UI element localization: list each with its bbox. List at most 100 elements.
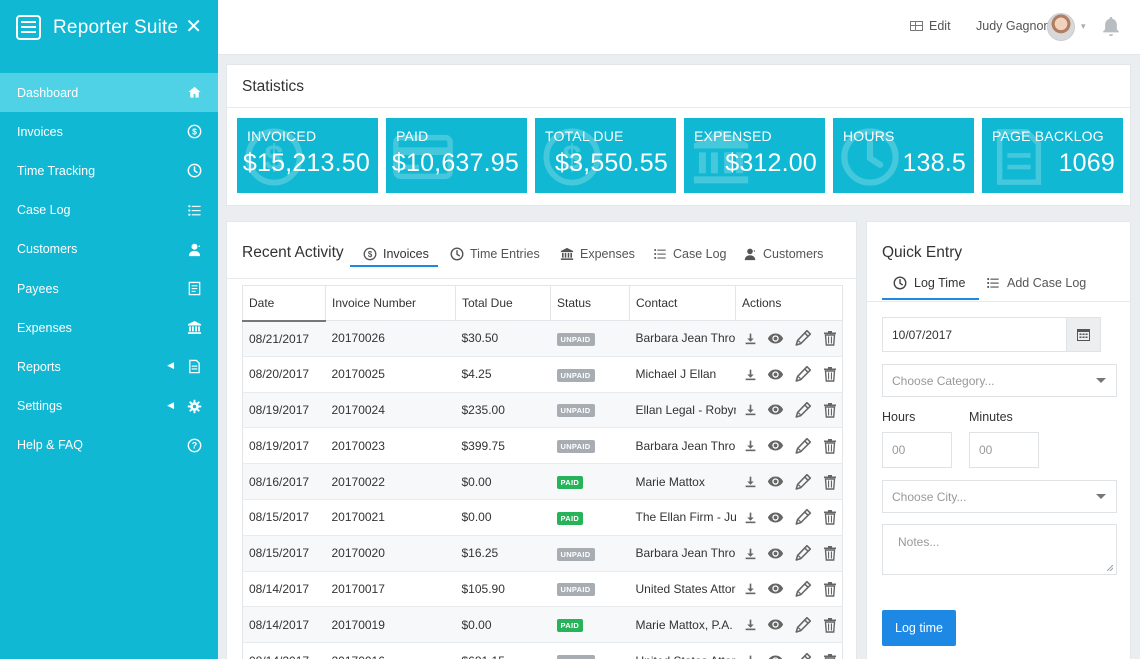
minutes-input[interactable]: 00 (969, 432, 1039, 468)
eye-icon[interactable] (767, 545, 784, 562)
sidebar-item-payees[interactable]: Payees (0, 269, 218, 308)
calendar-button[interactable] (1066, 317, 1101, 352)
pencil-icon[interactable] (794, 544, 812, 562)
table-row[interactable]: 08/14/201720170016$681.15 UNPAID United St… (242, 642, 843, 659)
trash-icon[interactable] (822, 402, 838, 418)
table-row[interactable]: 08/14/2017 20170019 $0.00 PAID Marie Mattox,… (242, 606, 843, 644)
actions-cell (735, 570, 843, 608)
eye-icon[interactable] (767, 652, 784, 659)
sidebar-item-expenses[interactable]: Expenses (0, 308, 218, 347)
eye-icon[interactable] (767, 580, 784, 597)
pencil-icon[interactable] (794, 508, 812, 526)
table-row[interactable]: 08/15/2017 20170021 $0.00 PAID The Ellan Fir… (242, 498, 843, 536)
city-select[interactable]: Choose City... (882, 480, 1117, 513)
download-icon[interactable] (744, 582, 757, 595)
tab-add-case-log[interactable]: Add Case Log (986, 276, 1086, 290)
download-icon[interactable] (744, 439, 757, 452)
stat-card-paid[interactable]: PAID $10,637.95 (386, 118, 527, 193)
pencil-icon[interactable] (794, 329, 812, 347)
pencil-icon[interactable] (794, 437, 812, 455)
contact-cell: Ellan Legal - Robyn (629, 391, 736, 429)
eye-icon[interactable] (767, 366, 784, 383)
sidebar-item-customers[interactable]: Customers (0, 230, 218, 269)
tab-case-log[interactable]: Case Log (653, 242, 727, 266)
pencil-icon[interactable] (794, 580, 812, 598)
column-header-status[interactable]: Status (550, 285, 630, 321)
eye-icon[interactable] (767, 473, 784, 490)
download-icon[interactable] (744, 654, 757, 659)
category-select[interactable]: Choose Category... (882, 364, 1117, 397)
stat-card-total-due[interactable]: $ TOTAL DUE $3,550.55 (535, 118, 676, 193)
download-icon[interactable] (744, 511, 757, 524)
sidebar-item-dashboard[interactable]: Dashboard (0, 73, 218, 113)
table-row[interactable]: 08/20/2017 20170025 $4.25 UNPAID Michael J E… (242, 355, 843, 393)
sidebar-item-settings[interactable]: Settings ◀ (0, 387, 218, 426)
column-header-invoice-number[interactable]: Invoice Number (325, 285, 456, 321)
chevron-left-icon: ◀ (167, 360, 174, 371)
trash-icon[interactable] (822, 366, 838, 382)
table-row[interactable]: 08/14/2017 20170017 $105.90 UNPAID United St… (242, 570, 843, 608)
stat-card-page-backlog[interactable]: PAGE BACKLOG 1069 (982, 118, 1123, 193)
user-name[interactable]: Judy Gagnon (976, 19, 1050, 33)
pencil-icon[interactable] (794, 365, 812, 383)
date-input[interactable]: 10/07/2017 (882, 317, 1067, 352)
eye-icon[interactable] (767, 437, 784, 454)
trash-icon[interactable] (822, 474, 838, 490)
avatar[interactable] (1047, 13, 1075, 41)
sidebar-item-invoices[interactable]: Invoices $ (0, 112, 218, 151)
stat-card-expensed[interactable]: EXPENSED $312.00 (684, 118, 825, 193)
download-icon[interactable] (744, 403, 757, 416)
column-header-date[interactable]: Date (242, 285, 326, 322)
eye-icon[interactable] (767, 401, 784, 418)
sidebar-item-case-log[interactable]: Case Log (0, 191, 218, 230)
tab-customers[interactable]: Customers (743, 242, 823, 266)
column-header-actions[interactable]: Actions (735, 285, 843, 321)
tab-log-time[interactable]: Log Time (893, 276, 965, 290)
stat-card-invoiced[interactable]: $ INVOICED $15,213.50 (237, 118, 378, 193)
date-cell: 08/15/2017 (242, 534, 326, 572)
sidebar-item-reports[interactable]: Reports ◀ (0, 347, 218, 386)
trash-icon[interactable] (822, 330, 838, 347)
table-row[interactable]: 08/19/2017 20170024 $235.00 UNPAID Ellan Leg… (242, 391, 843, 429)
edit-button[interactable]: Edit (910, 19, 951, 33)
download-icon[interactable] (744, 475, 757, 488)
trash-icon[interactable] (822, 617, 838, 633)
bell-icon[interactable] (1100, 15, 1122, 37)
hours-input[interactable]: 00 (882, 432, 952, 468)
tab-time-entries[interactable]: Time Entries (450, 242, 540, 266)
column-header-total-due[interactable]: Total Due (455, 285, 551, 321)
pencil-icon[interactable] (794, 401, 812, 419)
invoice-number-cell: 20170017 (325, 570, 456, 608)
table-row[interactable]: 08/21/2017 20170026 $30.50 UNPAID Barbara Je… (242, 320, 843, 357)
tab-invoices[interactable]: $ Invoices (363, 242, 429, 266)
table-row[interactable]: 08/15/2017 20170020 $16.25 UNPAID Barbara Je… (242, 534, 843, 572)
trash-icon[interactable] (822, 509, 838, 526)
download-icon[interactable] (744, 368, 757, 381)
eye-icon[interactable] (767, 509, 784, 526)
trash-icon[interactable] (822, 653, 838, 659)
tab-expenses[interactable]: Expenses (560, 242, 635, 266)
pencil-icon[interactable] (794, 473, 812, 491)
close-sidebar-icon[interactable]: ✕ (185, 17, 202, 37)
notes-textarea[interactable]: Notes... (882, 524, 1117, 575)
pencil-icon[interactable] (794, 616, 812, 634)
download-icon[interactable] (744, 332, 757, 345)
sidebar-item-time-tracking[interactable]: Time Tracking (0, 151, 218, 190)
column-header-contact[interactable]: Contact (629, 285, 736, 321)
table-row[interactable]: 08/19/2017 20170023 $399.75 UNPAID Barbara J… (242, 427, 843, 465)
pencil-icon[interactable] (794, 652, 812, 659)
list-icon (986, 276, 1000, 290)
table-row[interactable]: 08/16/2017 20170022 $0.00 PAID Marie Mattox (242, 463, 843, 500)
total-due-cell: $0.00 (455, 606, 551, 644)
trash-icon[interactable] (822, 581, 838, 597)
download-icon[interactable] (744, 618, 757, 631)
log-time-button[interactable]: Log time (882, 610, 956, 646)
trash-icon[interactable] (822, 438, 838, 454)
sidebar-item-help-faq[interactable]: Help & FAQ? (0, 426, 218, 465)
trash-icon[interactable] (822, 545, 838, 561)
stat-card-hours[interactable]: HOURS 138.5 (833, 118, 974, 193)
download-icon[interactable] (744, 547, 757, 560)
chevron-down-icon[interactable]: ▾ (1081, 21, 1086, 32)
eye-icon[interactable] (767, 330, 784, 347)
eye-icon[interactable] (767, 616, 784, 633)
